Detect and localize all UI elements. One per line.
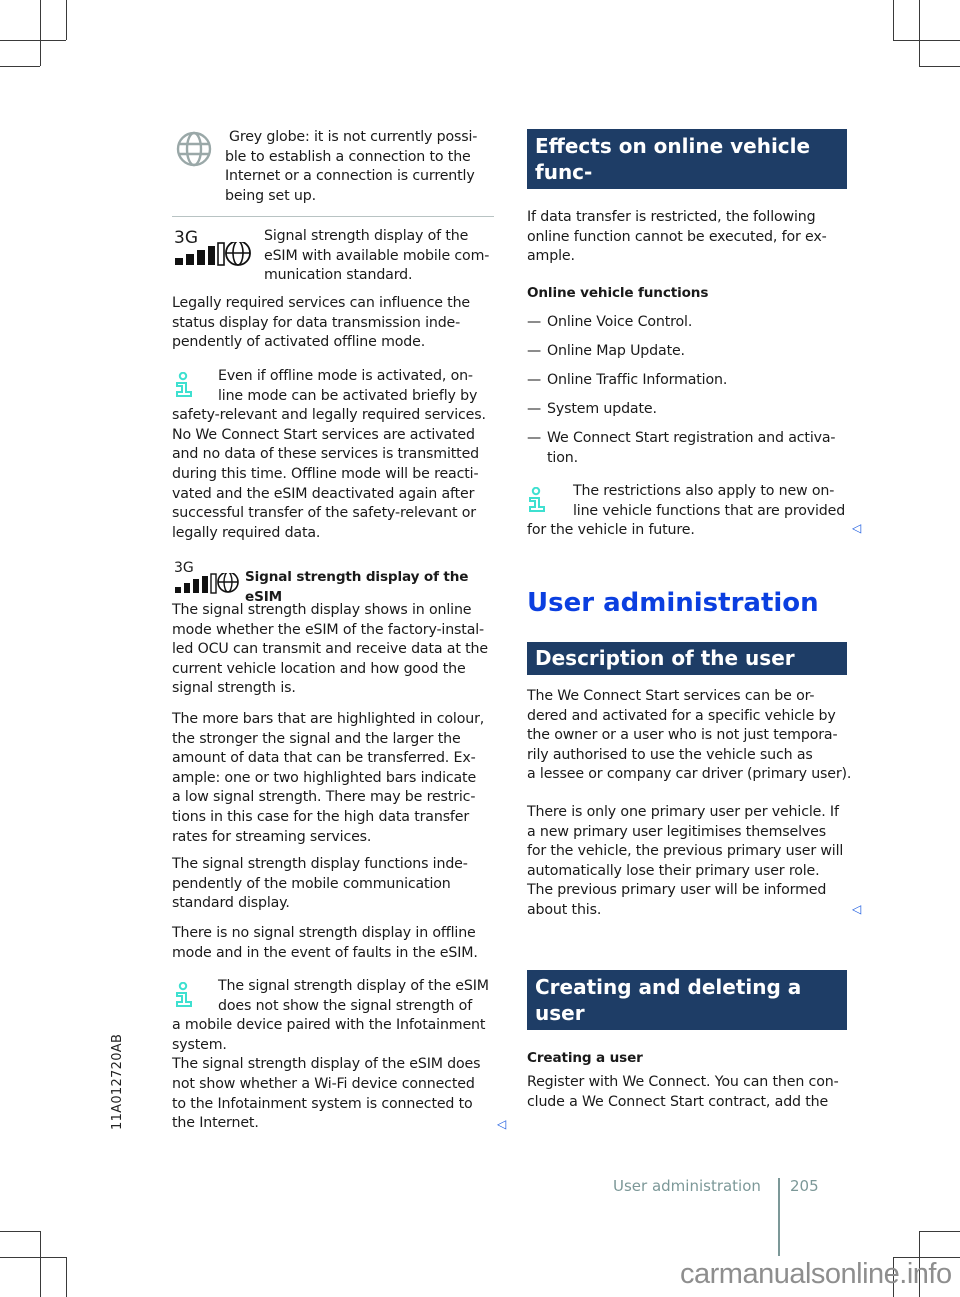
note-line: line vehicle functions that are provided [573,502,846,519]
note-line: successful transfer of the safety-releva… [172,505,476,522]
signal-note-text: The signal strength display of the eSIM d… [172,977,494,1134]
user-role-paragraph-1: The We Connect Start services can be or-… [527,688,852,783]
page-number: 205 [790,1177,819,1195]
legal-services-paragraph: Legally required services can influence … [172,295,470,351]
crop-mark [0,1231,40,1232]
note-line: does not show the signal strength of [218,997,473,1014]
list-dash: — [527,343,542,359]
note-line: system. [172,1036,227,1053]
list-dash: — [527,401,542,417]
signal-strength-heading-icon: 3G [174,560,240,596]
note-line: vated and the eSIM deactivated again aft… [172,485,475,502]
note-line: the Internet. [172,1115,259,1132]
creating-user-subheading: Creating a user [527,1050,643,1066]
heading-create-delete-user-role: Creating and deleting a user role [527,970,847,1051]
note-line: during this time. Offline mode will be r… [172,465,479,482]
chapter-title: User administration [527,588,819,618]
signal-paragraph-2: The more bars that are highlighted in co… [172,711,485,845]
document-code: 11A012720AB [110,1033,125,1130]
note-line: Even if offline mode is activated, on- [218,368,473,384]
note-line: No We Connect Start services are activat… [172,426,475,443]
note-line: to the Infotainment system is connected … [172,1095,473,1112]
footer-section-title: User administration [613,1177,761,1195]
note-line: a mobile device paired with the Infotain… [172,1017,486,1034]
effects-paragraph: If data transfer is restricted, the foll… [527,209,827,265]
crop-mark [66,1257,67,1297]
crop-mark [66,0,67,40]
section-end-marker: ◁ [852,902,862,916]
note-line: safety-relevant and legally required ser… [172,407,486,424]
list-item-text: Online Voice Control. [547,314,693,330]
grey-globe-icon [176,131,212,167]
note-line: The signal strength display of the eSIM … [172,1056,481,1073]
user-role-paragraph-2: There is only one primary user per vehic… [527,804,844,918]
list-dash: — [527,372,542,388]
note-line: and no data of these services is transmi… [172,446,480,463]
watermark: carmanualsonline.info [680,1258,952,1290]
list-dash: — [527,430,542,446]
note-line: legally required data. [172,524,321,541]
creating-user-paragraph: Register with We Connect. You can then c… [527,1074,839,1110]
signal-strength-icon: 3G [174,228,254,268]
list-item-text: We Connect Start registration and activa… [547,430,836,466]
crop-mark [0,1257,66,1258]
list-item-text: Online Traffic Information. [547,372,728,388]
restrictions-note-text: The restrictions also apply to new on-li… [527,482,849,541]
crop-mark [919,0,920,66]
list-item-text: Online Map Update. [547,343,685,359]
signal-paragraph-4: There is no signal strength display in o… [172,925,478,961]
heading-effects-online-functions: Effects on online vehicle func- tions [527,129,847,210]
note-line: not show whether a Wi-Fi device connecte… [172,1075,475,1092]
footer-divider [778,1178,780,1256]
crop-mark [40,0,41,66]
crop-mark [40,1231,41,1297]
note-line: The signal strength display of the eSIM [218,978,489,994]
signal-legend-text: Signal strength display of the eSIM with… [264,228,490,284]
globe-legend-text: Grey globe: it is not currently possi- b… [225,129,478,204]
list-dash: — [527,314,542,330]
crop-mark [893,0,894,40]
section-end-marker: ◁ [497,1117,507,1131]
crop-mark [893,40,960,41]
note-line: The restrictions also apply to new on- [573,483,835,499]
offline-note-text: Even if offline mode is activated, on-li… [172,367,494,543]
crop-mark [919,66,960,67]
crop-mark [0,40,66,41]
list-item-text: System update. [547,401,657,417]
signal-note: The signal strength display of the eSIM d… [172,977,502,1134]
signal-paragraph-3: The signal strength display functions in… [172,856,468,912]
signal-paragraph-1: The signal strength display shows in onl… [172,602,488,697]
heading-user-role: Description of the user role [527,642,847,696]
online-functions-subheading: Online vehicle functions [527,285,709,301]
divider [172,216,494,217]
section-end-marker: ◁ [852,521,862,535]
crop-mark [919,1231,960,1232]
note-line: for the vehicle in future. [527,522,695,539]
crop-mark [0,66,40,67]
note-line: line mode can be activated briefly by [218,387,478,404]
